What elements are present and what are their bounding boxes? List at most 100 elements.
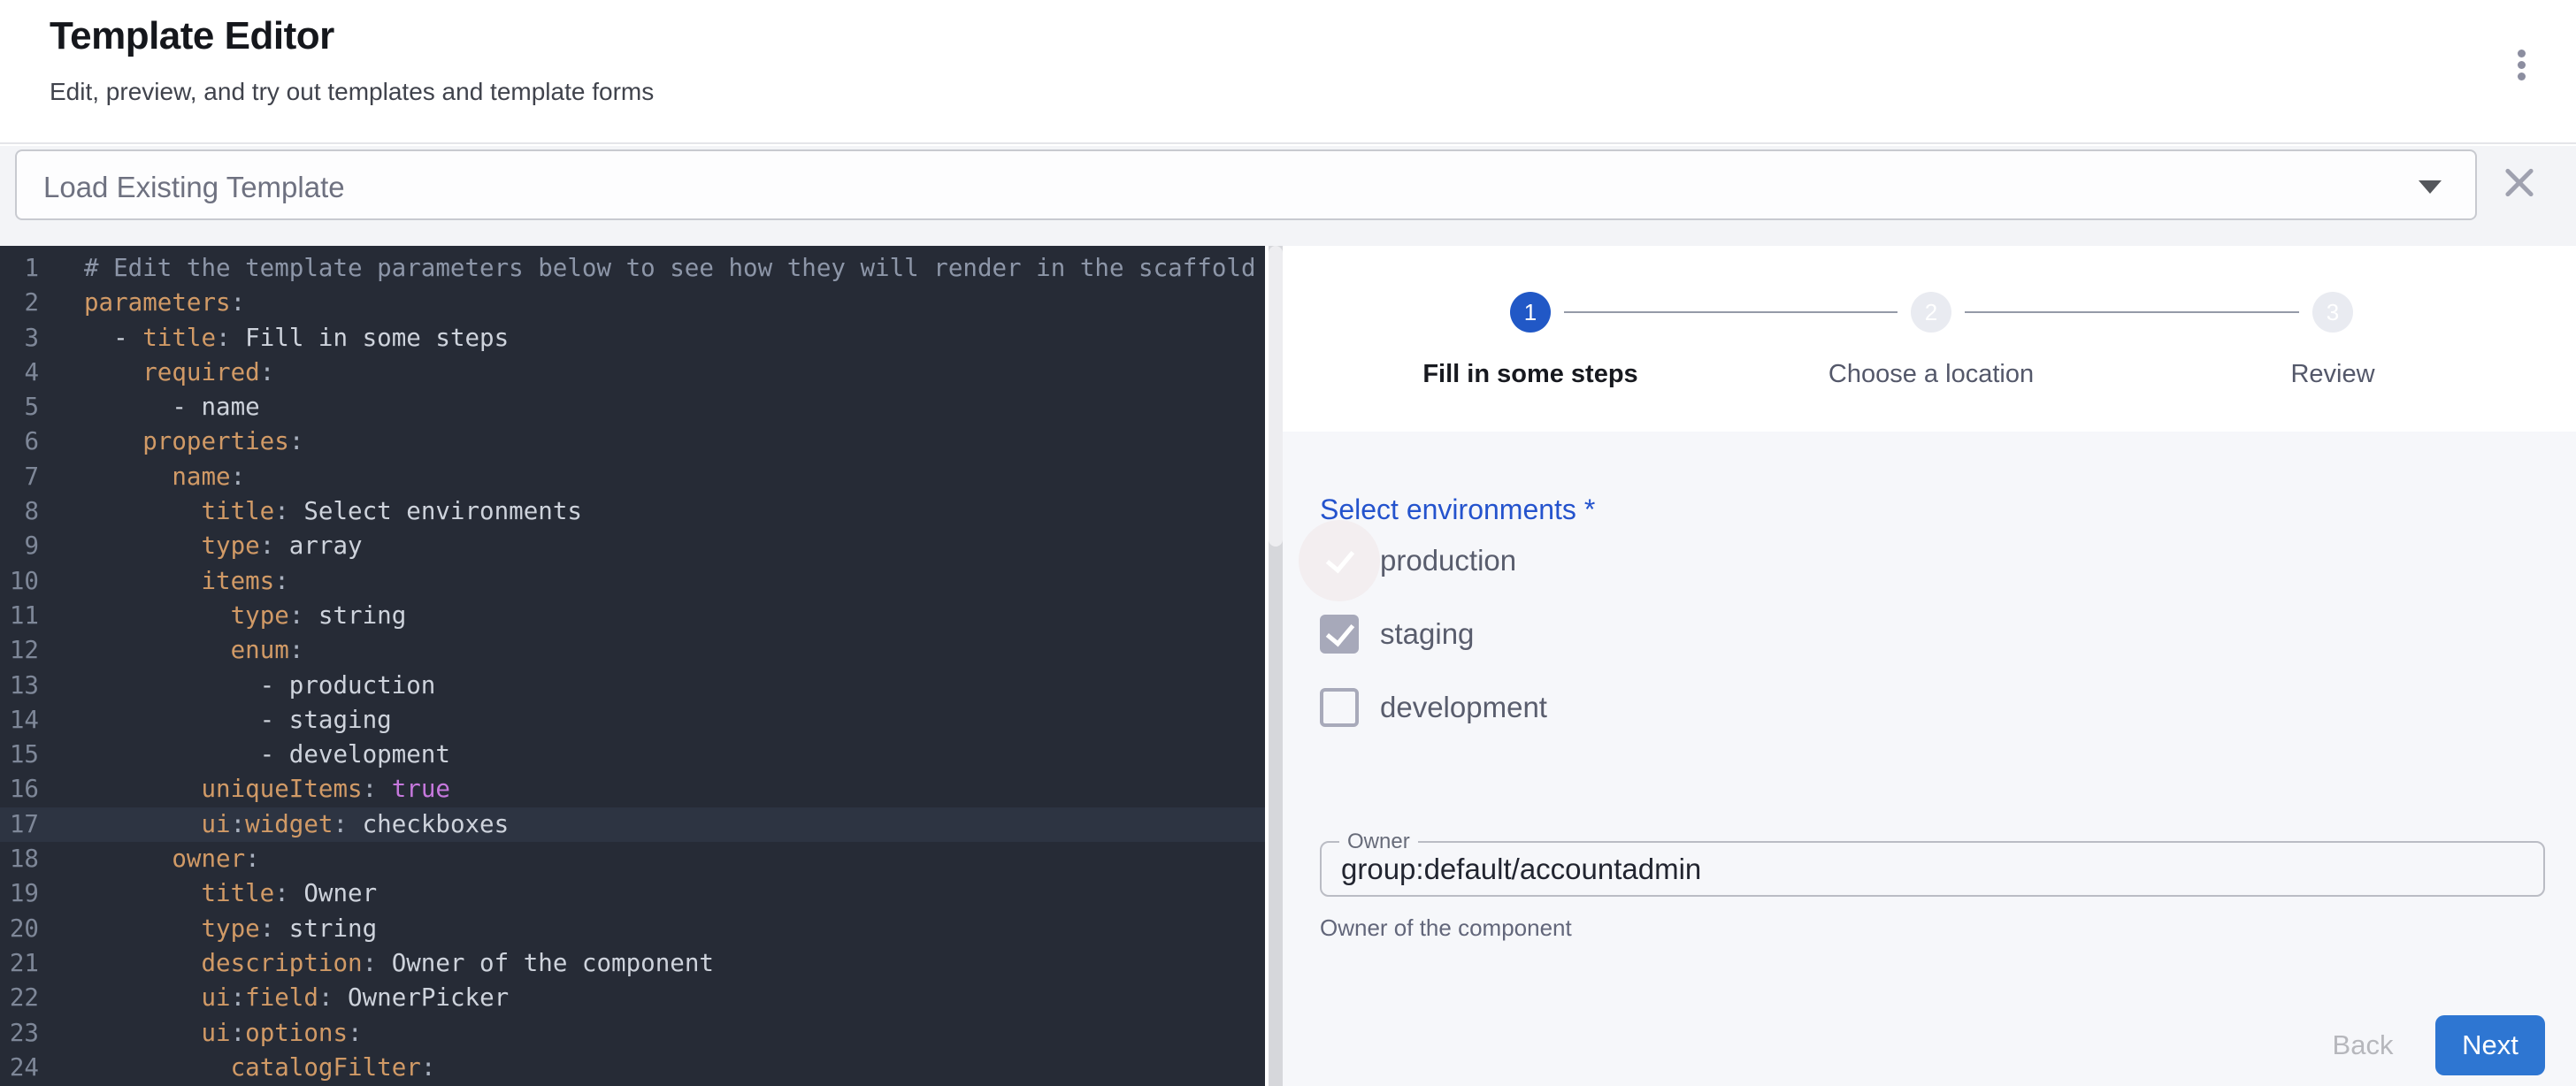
line-number: 18 [0,842,39,876]
close-icon[interactable] [2495,158,2544,208]
code-text: ui:widget: checkboxes [39,807,509,842]
checkbox-label[interactable]: production [1380,544,1516,577]
code-line[interactable]: 10 items: [0,564,1265,599]
code-text: type: string [39,599,406,633]
code-line[interactable]: 24 catalogFilter: [0,1051,1265,1085]
code-text: - staging [39,703,392,738]
checkbox-row-production[interactable]: production [1320,541,1516,580]
line-number: 2 [0,286,39,320]
code-line[interactable]: 5 - name [0,390,1265,424]
code-line[interactable]: 21 description: Owner of the component [0,946,1265,981]
line-number: 12 [0,633,39,668]
step-label: Review [2290,360,2374,389]
code-text: parameters: [39,286,245,320]
page-header: Template Editor Edit, preview, and try o… [0,0,2576,144]
checked-checkbox[interactable] [1320,541,1359,580]
code-line[interactable]: 8 title: Select environments [0,494,1265,529]
checked-checkbox[interactable] [1320,615,1359,654]
line-number: 24 [0,1051,39,1085]
code-line[interactable]: 15 - development [0,738,1265,772]
page-subtitle: Edit, preview, and try out templates and… [50,78,654,106]
template-editor-page: Template Editor Edit, preview, and try o… [0,0,2576,1086]
chevron-down-icon [2419,180,2442,194]
code-text: ui:field: OwnerPicker [39,981,509,1015]
checkbox-label[interactable]: development [1380,691,1547,724]
line-number: 10 [0,564,39,599]
yaml-code-editor[interactable]: 1# Edit the template parameters below to… [0,246,1265,1086]
code-line[interactable]: 23 ui:options: [0,1016,1265,1051]
code-line[interactable]: 14 - staging [0,703,1265,738]
stepper-connector [1564,311,1898,313]
load-existing-template-value: Load Existing Template [43,171,345,204]
code-text: title: Select environments [39,494,582,529]
step-label: Choose a location [1828,360,2034,389]
load-existing-template-select[interactable]: Load Existing Template [15,149,2477,220]
code-line[interactable]: 2parameters: [0,286,1265,320]
line-number: 21 [0,946,39,981]
line-number: 11 [0,599,39,633]
line-number: 19 [0,876,39,911]
code-line[interactable]: 1# Edit the template parameters below to… [0,251,1265,286]
code-text: ui:options: [39,1016,363,1051]
code-line[interactable]: 17 ui:widget: checkboxes [0,807,1265,842]
line-number: 6 [0,424,39,459]
checkbox-label[interactable]: staging [1380,617,1474,651]
line-number: 22 [0,981,39,1015]
editor-scrollbar-thumb[interactable] [1269,246,1283,547]
owner-input[interactable] [1341,845,2518,893]
code-text: type: string [39,912,377,946]
line-number: 5 [0,390,39,424]
code-text: properties: [39,424,303,459]
code-line[interactable]: 16 uniqueItems: true [0,772,1265,807]
step-label: Fill in some steps [1422,360,1637,389]
code-line[interactable]: 11 type: string [0,599,1265,633]
stepper-connector [1965,311,2299,313]
checkbox-row-development[interactable]: development [1320,688,1547,727]
code-line[interactable]: 20 type: string [0,912,1265,946]
code-text: uniqueItems: true [39,772,450,807]
line-number: 15 [0,738,39,772]
code-line[interactable]: 6 properties: [0,424,1265,459]
code-line[interactable]: 19 title: Owner [0,876,1265,911]
code-text: items: [39,564,289,599]
code-text: description: Owner of the component [39,946,714,981]
more-options-kebab-icon[interactable] [2500,37,2542,92]
line-number: 23 [0,1016,39,1051]
code-text: - name [39,390,260,424]
line-number: 4 [0,356,39,390]
line-number: 16 [0,772,39,807]
code-text: name: [39,460,245,494]
line-number: 14 [0,703,39,738]
next-button[interactable]: Next [2435,1015,2545,1075]
form-section [1283,432,2576,1086]
back-button[interactable]: Back [2301,1015,2425,1075]
select-environments-label: Select environments * [1320,493,1595,526]
code-line[interactable]: 12 enum: [0,633,1265,668]
code-line[interactable]: 22 ui:field: OwnerPicker [0,981,1265,1015]
owner-helper-text: Owner of the component [1320,914,1572,942]
code-line[interactable]: 18 owner: [0,842,1265,876]
code-text: enum: [39,633,303,668]
code-line[interactable]: 3 - title: Fill in some steps [0,321,1265,356]
step-indicator-1: 1 [1510,292,1551,333]
line-number: 17 [0,807,39,842]
code-text: - title: Fill in some steps [39,321,509,356]
code-text: type: array [39,529,363,563]
code-text: required: [39,356,274,390]
code-line[interactable]: 9 type: array [0,529,1265,563]
line-number: 3 [0,321,39,356]
line-number: 20 [0,912,39,946]
unchecked-checkbox[interactable] [1320,688,1359,727]
code-line[interactable]: 13 - production [0,669,1265,703]
line-number: 8 [0,494,39,529]
code-text: catalogFilter: [39,1051,435,1085]
step-indicator-3: 3 [2312,292,2353,333]
line-number: 7 [0,460,39,494]
code-line[interactable]: 4 required: [0,356,1265,390]
code-text: - production [39,669,435,703]
step-indicator-2: 2 [1911,292,1951,333]
code-line[interactable]: 7 name: [0,460,1265,494]
checkbox-row-staging[interactable]: staging [1320,615,1474,654]
load-template-toolbar: Load Existing Template [0,146,2576,246]
code-text: title: Owner [39,876,377,911]
